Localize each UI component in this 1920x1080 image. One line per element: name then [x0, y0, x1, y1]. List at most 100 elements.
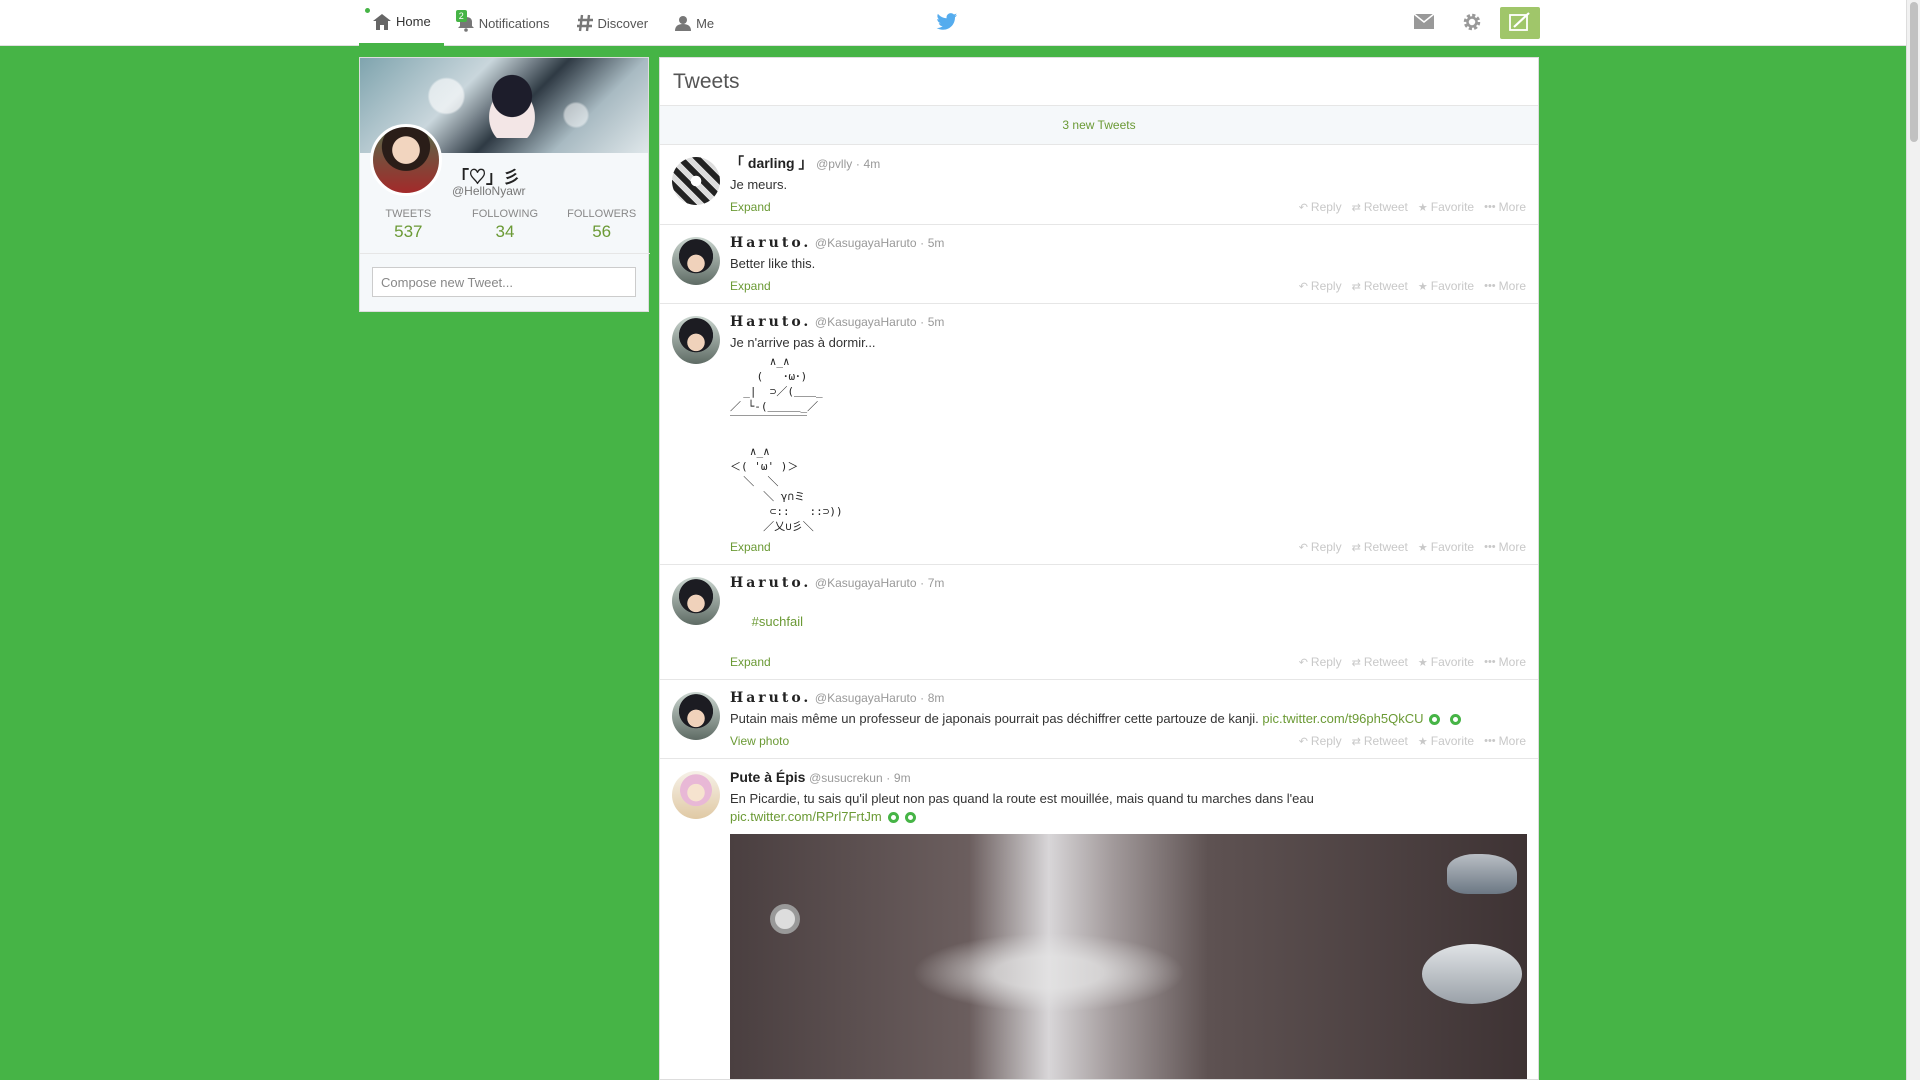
twitter-bird-icon[interactable]: [936, 12, 958, 35]
tweet-author-name[interactable]: Pute à Épis: [730, 769, 805, 785]
retweet-icon: ⇄: [1351, 735, 1361, 748]
tweet-author-name[interactable]: 「 darling 」: [730, 155, 812, 171]
hashtag-link[interactable]: #suchfail: [752, 614, 803, 629]
reply-button[interactable]: ↶ Reply: [1299, 655, 1342, 669]
tweet-author-name[interactable]: Haruto.: [730, 235, 811, 251]
favorite-button[interactable]: ★ Favorite: [1418, 279, 1474, 293]
reply-button[interactable]: ↶ Reply: [1299, 734, 1342, 748]
nav-home[interactable]: Home: [359, 0, 444, 46]
stat-following[interactable]: FOLLOWING 34: [457, 208, 554, 242]
retweet-button[interactable]: ⇄ Retweet: [1352, 540, 1408, 554]
reply-button[interactable]: ↶ Reply: [1299, 279, 1342, 293]
tweet-avatar[interactable]: [672, 316, 720, 364]
new-tweets-bar[interactable]: 3 new Tweets: [660, 106, 1538, 145]
nav-notifications[interactable]: 2 Notifications: [444, 0, 563, 46]
compose-tweet-input[interactable]: [372, 267, 636, 297]
expand-link[interactable]: Expand: [730, 200, 771, 214]
stat-value: 537: [394, 222, 423, 241]
tweet-timestamp[interactable]: 8m: [928, 691, 945, 705]
tweet[interactable]: Haruto. @KasugayaHaruto · 5m Je n'arrive…: [660, 304, 1538, 565]
tweet-author-handle[interactable]: @KasugayaHaruto: [815, 315, 917, 329]
tweet[interactable]: Pute à Épis @susucrekun · 9m En Picardie…: [660, 759, 1538, 1079]
tweet[interactable]: Haruto. @KasugayaHaruto · 7m #suchfail E…: [660, 565, 1538, 680]
profile-stats: TWEETS 537 FOLLOWING 34 FOLLOWERS 56: [360, 208, 650, 242]
more-button[interactable]: ••• More: [1484, 540, 1526, 554]
stream-title: Tweets: [660, 58, 1538, 106]
favorite-button[interactable]: ★ Favorite: [1418, 655, 1474, 669]
tweet[interactable]: 「 darling 」 @pvlly · 4m Je meurs. Expand…: [660, 145, 1538, 225]
favorite-button[interactable]: ★ Favorite: [1418, 734, 1474, 748]
profile-handle[interactable]: @HelloNyawr: [452, 184, 526, 198]
stat-tweets[interactable]: TWEETS 537: [360, 208, 457, 242]
favorite-button[interactable]: ★ Favorite: [1418, 540, 1474, 554]
tweet[interactable]: Haruto. @KasugayaHaruto · 8m Putain mais…: [660, 680, 1538, 759]
view-photo-link[interactable]: View photo: [730, 734, 789, 748]
tweet-text-container: Putain mais même un professeur de japona…: [730, 710, 1526, 728]
profile-card: 「♡」彡 @HelloNyawr TWEETS 537 FOLLOWING 34…: [359, 57, 650, 312]
expand-link[interactable]: Expand: [730, 279, 771, 293]
quill-icon: [1508, 11, 1532, 36]
tweet-avatar[interactable]: [672, 237, 720, 285]
stat-followers[interactable]: FOLLOWERS 56: [553, 208, 650, 242]
nav-discover[interactable]: Discover: [563, 0, 662, 46]
tweet-author-handle[interactable]: @KasugayaHaruto: [815, 691, 917, 705]
settings-button[interactable]: [1452, 7, 1492, 39]
ellipsis-icon: •••: [1484, 201, 1496, 213]
tweet-author-handle[interactable]: @pvlly: [816, 157, 852, 171]
retweet-icon: ⇄: [1351, 280, 1361, 293]
retweet-button[interactable]: ⇄ Retweet: [1352, 200, 1408, 214]
reply-icon: ↶: [1298, 541, 1308, 554]
extension-icon[interactable]: [1450, 714, 1462, 726]
tweet-avatar[interactable]: [672, 157, 720, 205]
compose-tweet-button[interactable]: [1500, 7, 1540, 39]
tweet-timestamp[interactable]: 7m: [928, 576, 945, 590]
extension-icon[interactable]: [887, 812, 899, 824]
nav-me-label: Me: [696, 15, 715, 31]
tweet-avatar[interactable]: [672, 577, 720, 625]
tweet-author-handle[interactable]: @KasugayaHaruto: [815, 236, 917, 250]
tweet-timestamp[interactable]: 5m: [928, 236, 945, 250]
nav-me[interactable]: Me: [661, 0, 727, 46]
tweet-photo[interactable]: [730, 834, 1527, 1079]
favorite-label: Favorite: [1430, 200, 1475, 214]
favorite-button[interactable]: ★ Favorite: [1418, 200, 1474, 214]
tweet-author-name[interactable]: Haruto.: [730, 575, 811, 591]
extension-icon[interactable]: [904, 812, 916, 824]
reply-label: Reply: [1310, 200, 1342, 214]
tweet-timestamp[interactable]: 4m: [864, 157, 881, 171]
tweet-timestamp[interactable]: 9m: [894, 771, 911, 785]
reply-button[interactable]: ↶ Reply: [1299, 540, 1342, 554]
tweet[interactable]: Haruto. @KasugayaHaruto · 5m Better like…: [660, 225, 1538, 304]
retweet-button[interactable]: ⇄ Retweet: [1352, 655, 1408, 669]
scrollbar-thumb[interactable]: [1910, 2, 1918, 142]
ellipsis-icon: •••: [1484, 280, 1496, 292]
tweet-timestamp[interactable]: 5m: [928, 315, 945, 329]
tweet-author-handle[interactable]: @susucrekun: [809, 771, 883, 785]
direct-messages-button[interactable]: [1404, 7, 1444, 39]
avatar[interactable]: [370, 124, 442, 196]
hashtag-icon: [576, 14, 594, 32]
envelope-icon: [1413, 13, 1435, 33]
tweet-avatar[interactable]: [672, 771, 720, 819]
more-button[interactable]: ••• More: [1484, 655, 1526, 669]
photo-link[interactable]: pic.twitter.com/t96ph5QkCU: [1262, 711, 1423, 726]
retweet-button[interactable]: ⇄ Retweet: [1352, 734, 1408, 748]
extension-icon[interactable]: [1429, 714, 1441, 726]
retweet-label: Retweet: [1363, 279, 1408, 293]
retweet-button[interactable]: ⇄ Retweet: [1352, 279, 1408, 293]
more-button[interactable]: ••• More: [1484, 200, 1526, 214]
tweet-avatar[interactable]: [672, 692, 720, 740]
tweet-author-name[interactable]: Haruto.: [730, 690, 811, 706]
header-actions: [1396, 7, 1540, 39]
more-button[interactable]: ••• More: [1484, 279, 1526, 293]
reply-icon: ↶: [1298, 735, 1308, 748]
reply-icon: ↶: [1298, 201, 1308, 214]
tweet-author-handle[interactable]: @KasugayaHaruto: [815, 576, 917, 590]
expand-link[interactable]: Expand: [730, 655, 771, 669]
tweet-author-name[interactable]: Haruto.: [730, 314, 811, 330]
page-scrollbar[interactable]: [1906, 0, 1920, 1080]
reply-button[interactable]: ↶ Reply: [1299, 200, 1342, 214]
more-button[interactable]: ••• More: [1484, 734, 1526, 748]
photo-link[interactable]: pic.twitter.com/RPrl7FrtJm: [730, 809, 882, 824]
expand-link[interactable]: Expand: [730, 540, 771, 554]
